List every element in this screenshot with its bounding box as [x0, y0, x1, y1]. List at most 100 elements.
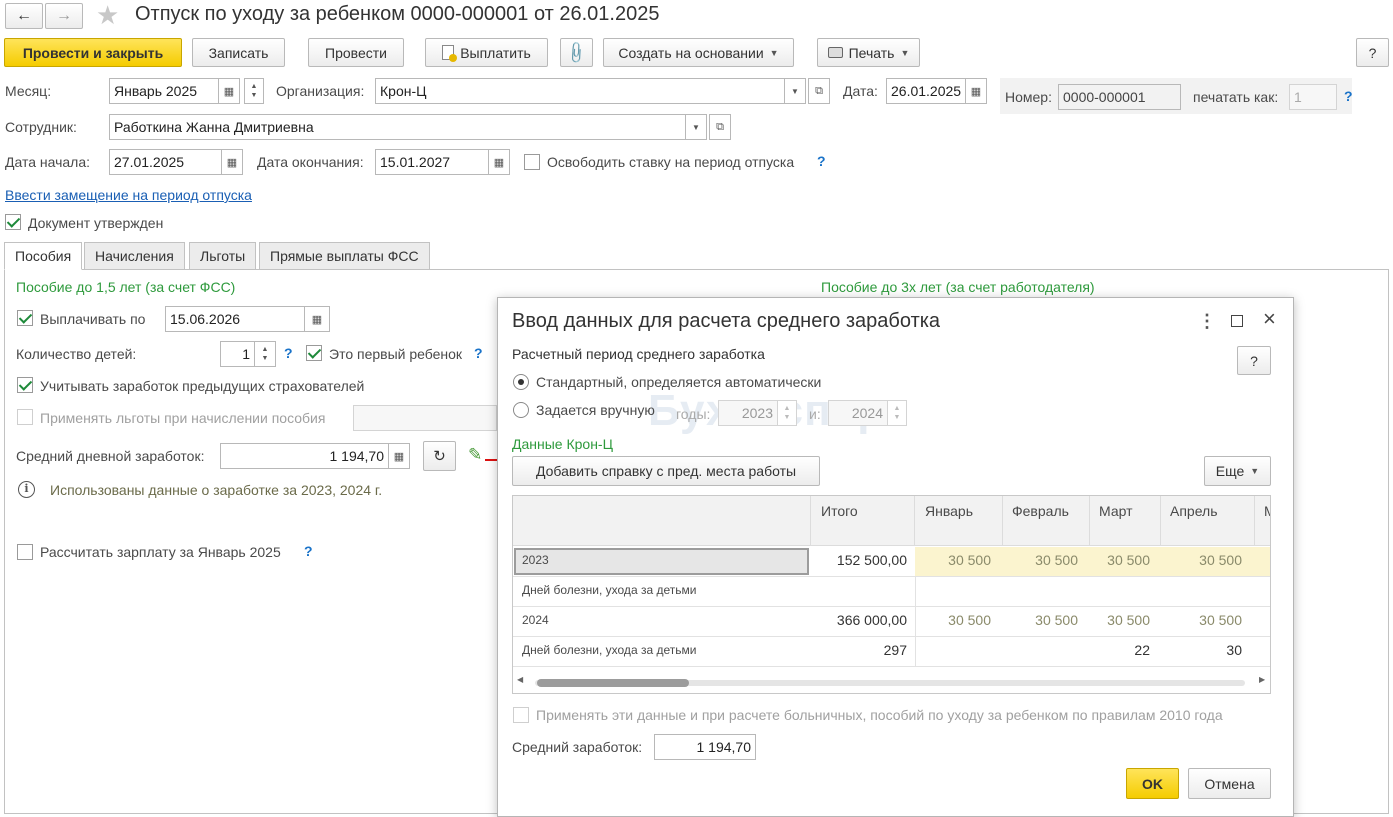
- free-rate-help-icon[interactable]: ?: [817, 153, 826, 169]
- column-header-feb[interactable]: Февраль: [1003, 496, 1090, 546]
- forward-button[interactable]: →: [45, 3, 83, 29]
- print-button[interactable]: Печать ▼: [817, 38, 920, 67]
- post-button[interactable]: Провести: [308, 38, 404, 67]
- pay-button[interactable]: Выплатить: [425, 38, 548, 67]
- help-label: ?: [1368, 44, 1377, 61]
- row-label: 2024: [522, 613, 549, 627]
- pay-until-checkbox[interactable]: [17, 310, 33, 326]
- prev-insurers-checkbox[interactable]: [17, 377, 33, 393]
- year-from-field[interactable]: 2023: [718, 400, 778, 426]
- maximize-icon[interactable]: [1231, 315, 1243, 327]
- back-button[interactable]: ←: [5, 3, 43, 29]
- dialog-help-button[interactable]: ?: [1237, 346, 1271, 375]
- calc-salary-checkbox[interactable]: [17, 544, 33, 560]
- create-based-on-button[interactable]: Создать на основании ▼: [603, 38, 794, 67]
- radio-manual[interactable]: [513, 402, 529, 418]
- favorite-star-icon[interactable]: ★: [96, 0, 119, 31]
- apply-2010-checkbox[interactable]: [513, 707, 529, 723]
- start-date-field[interactable]: 27.01.2025: [109, 149, 222, 175]
- first-child-label: Это первый ребенок: [329, 346, 463, 362]
- add-certificate-label: Добавить справку с пред. места работы: [535, 463, 797, 479]
- children-count-help-icon[interactable]: ?: [284, 345, 293, 361]
- row-apr: 30 500: [1199, 612, 1242, 628]
- replacement-link[interactable]: Ввести замещение на период отпуска: [5, 186, 252, 204]
- avg-daily-calculator-button[interactable]: ▦: [388, 443, 410, 469]
- end-date-label: Дата окончания:: [257, 154, 364, 170]
- organization-open-button[interactable]: ⧉: [808, 78, 830, 104]
- years-label: годы:: [676, 406, 711, 422]
- edit-pencil-icon[interactable]: ✎: [468, 445, 482, 465]
- year-to-field[interactable]: 2024: [828, 400, 888, 426]
- save-button[interactable]: Записать: [192, 38, 285, 67]
- column-header-total[interactable]: Итого: [811, 496, 915, 546]
- tab-privileges[interactable]: Льготы: [189, 242, 257, 270]
- date-field[interactable]: 26.01.2025: [886, 78, 966, 104]
- earnings-table[interactable]: Итого Январь Февраль Март Апрель М 2023 …: [512, 495, 1271, 694]
- horizontal-scrollbar[interactable]: ◀ ▶: [513, 675, 1270, 688]
- table-row-2023-label-cell[interactable]: [514, 548, 809, 575]
- start-date-calendar-button[interactable]: ▦: [221, 149, 243, 175]
- approved-checkbox[interactable]: [5, 214, 21, 230]
- window-title: Отпуск по уходу за ребенком 0000-000001 …: [135, 3, 660, 25]
- close-icon[interactable]: ×: [1263, 306, 1276, 332]
- free-rate-label: Освободить ставку на период отпуска: [547, 154, 795, 170]
- tab-accruals[interactable]: Начисления: [84, 242, 185, 270]
- avg-earnings-field[interactable]: 1 194,70: [654, 734, 756, 760]
- employee-dropdown-button[interactable]: ▼: [685, 114, 707, 140]
- tab-benefits[interactable]: Пособия: [4, 242, 83, 270]
- scrollbar-thumb[interactable]: [537, 679, 689, 687]
- organization-field[interactable]: Крон-Ц: [375, 78, 785, 104]
- add-certificate-button[interactable]: Добавить справку с пред. места работы: [512, 456, 820, 486]
- first-child-checkbox[interactable]: [306, 345, 322, 361]
- more-button[interactable]: Еще ▼: [1204, 456, 1271, 486]
- employee-open-button[interactable]: ⧉: [709, 114, 731, 140]
- tab-fss-payments[interactable]: Прямые выплаты ФСС: [259, 242, 430, 270]
- month-field[interactable]: Январь 2025: [109, 78, 219, 104]
- first-child-help-icon[interactable]: ?: [474, 345, 483, 361]
- end-date-calendar-button[interactable]: ▦: [488, 149, 510, 175]
- post-and-close-button[interactable]: Провести и закрыть: [4, 38, 182, 67]
- pay-until-field[interactable]: 15.06.2026: [165, 306, 305, 332]
- avg-daily-field[interactable]: 1 194,70: [220, 443, 389, 469]
- scroll-left-icon[interactable]: ◀: [517, 675, 523, 684]
- approved-label: Документ утвержден: [28, 215, 164, 231]
- create-based-on-label: Создать на основании: [618, 44, 764, 61]
- date-calendar-button[interactable]: ▦: [965, 78, 987, 104]
- column-header-apr[interactable]: Апрель: [1161, 496, 1255, 546]
- column-header-may[interactable]: М: [1255, 496, 1270, 546]
- free-rate-checkbox[interactable]: [524, 154, 540, 170]
- ok-button[interactable]: OK: [1126, 768, 1179, 799]
- row-total: 152 500,00: [836, 552, 907, 568]
- children-count-field[interactable]: 1: [220, 341, 255, 367]
- more-vertical-icon[interactable]: ⋮: [1198, 311, 1216, 332]
- number-field[interactable]: 0000-000001: [1058, 84, 1181, 110]
- organization-dropdown-button[interactable]: ▼: [784, 78, 806, 104]
- scroll-right-icon[interactable]: ▶: [1259, 675, 1265, 684]
- attach-button[interactable]: 📎: [560, 38, 593, 67]
- help-button[interactable]: ?: [1356, 38, 1389, 67]
- calc-salary-help-icon[interactable]: ?: [304, 543, 313, 559]
- calendar-button[interactable]: ▦: [218, 78, 240, 104]
- column-header-jan[interactable]: Январь: [915, 496, 1003, 546]
- children-count-spinner[interactable]: ▲ ▼: [254, 341, 276, 367]
- refresh-icon: ↻: [433, 448, 446, 465]
- dialog-title: Ввод данных для расчета среднего заработ…: [512, 310, 941, 332]
- print-as-help-icon[interactable]: ?: [1344, 88, 1353, 104]
- month-spinner[interactable]: ▲ ▼: [244, 78, 264, 104]
- row-divider: [513, 576, 1270, 577]
- column-header-mar[interactable]: Март: [1090, 496, 1161, 546]
- refresh-button[interactable]: ↻: [423, 441, 456, 471]
- arrow-left-icon: ←: [16, 7, 32, 24]
- print-as-field[interactable]: 1: [1289, 84, 1337, 110]
- end-date-field[interactable]: 15.01.2027: [375, 149, 489, 175]
- privileges-field[interactable]: [353, 405, 497, 431]
- year-from-spinner[interactable]: ▲ ▼: [777, 400, 797, 426]
- apply-privileges-checkbox[interactable]: [17, 409, 33, 425]
- cancel-button[interactable]: Отмена: [1188, 768, 1271, 799]
- pay-until-calendar-button[interactable]: ▦: [304, 306, 330, 332]
- apply-2010-label: Применять эти данные и при расчете больн…: [536, 707, 1223, 723]
- employee-field[interactable]: Работкина Жанна Дмитриевна: [109, 114, 686, 140]
- column-may-label: М: [1264, 503, 1270, 519]
- radio-standard[interactable]: [513, 374, 529, 390]
- year-to-spinner[interactable]: ▲ ▼: [887, 400, 907, 426]
